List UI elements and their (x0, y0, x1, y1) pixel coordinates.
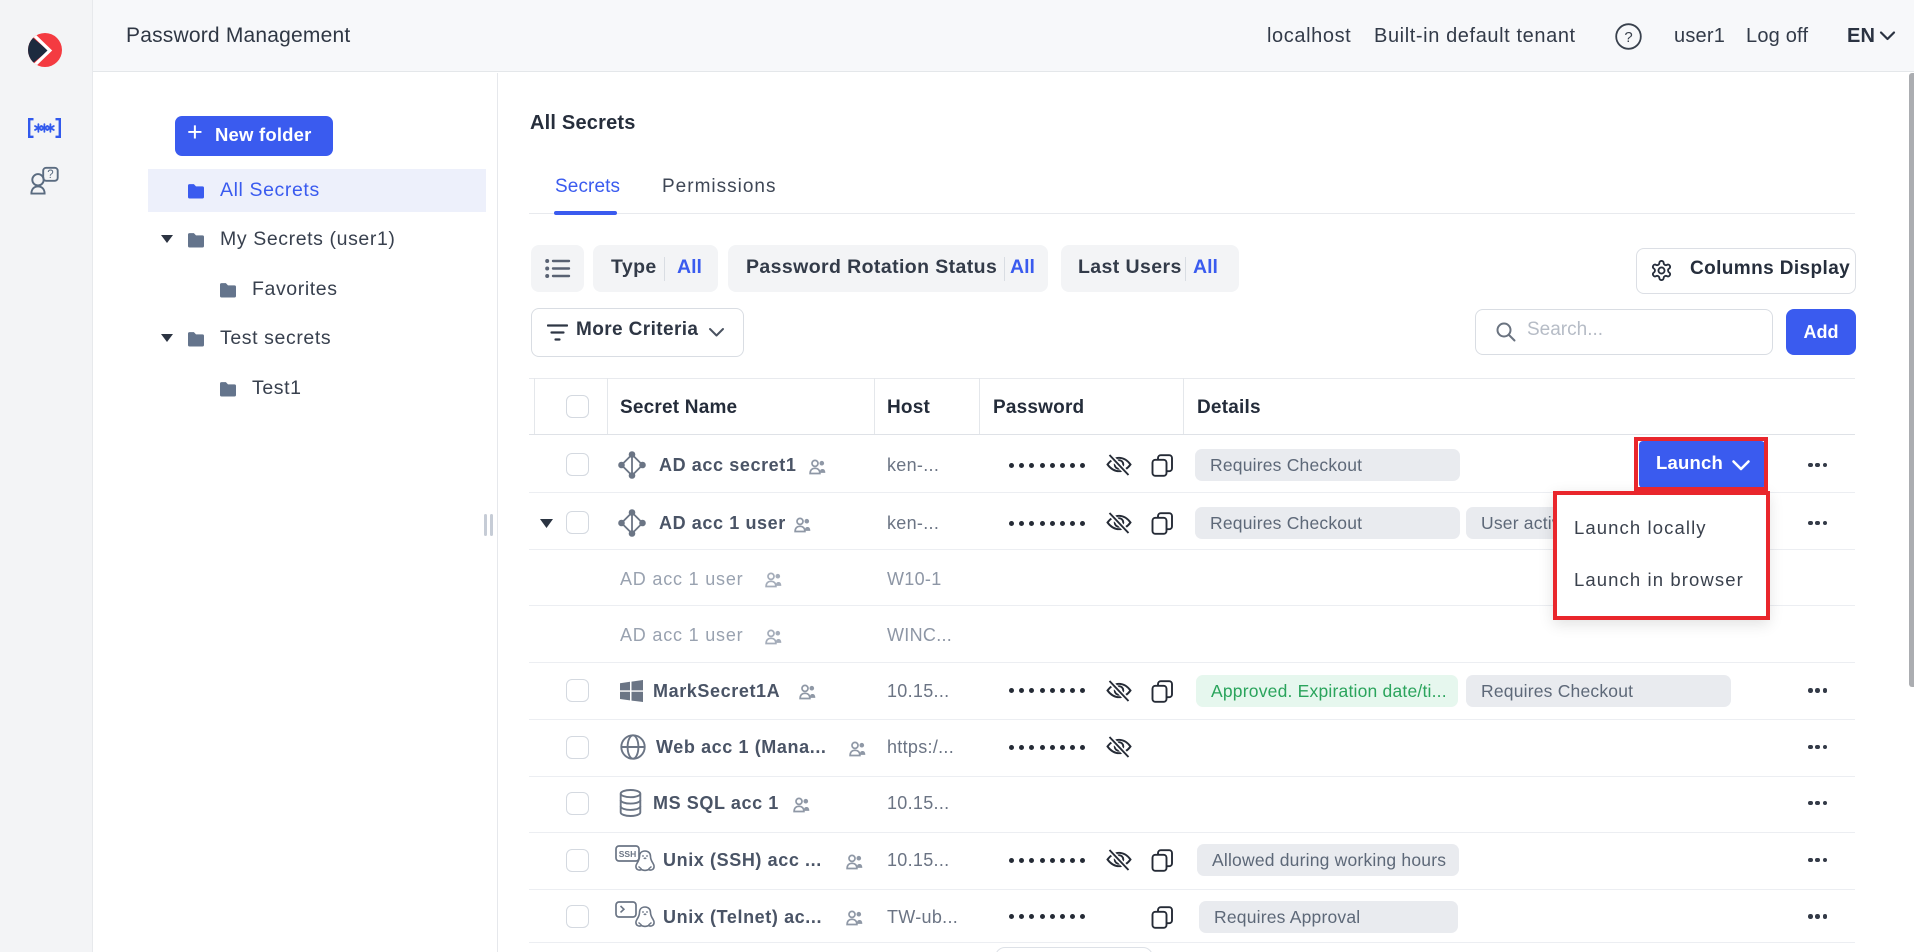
svg-text:SSH: SSH (619, 848, 636, 858)
svg-text:?: ? (47, 169, 53, 181)
svg-text:?: ? (1624, 29, 1632, 46)
